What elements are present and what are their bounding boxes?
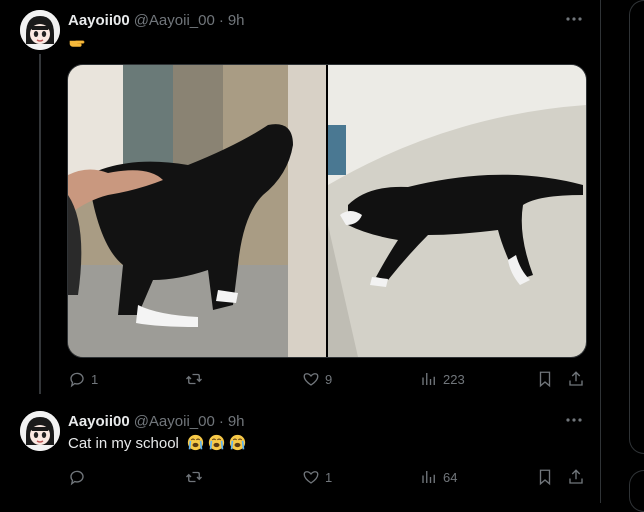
more-icon[interactable] — [563, 413, 585, 433]
author-name[interactable]: Aayoii00 — [68, 413, 130, 430]
cat-petted-photo-image — [68, 65, 326, 357]
share-button[interactable] — [567, 369, 585, 389]
views-button[interactable]: 223 — [420, 369, 465, 389]
heart-icon — [303, 373, 319, 386]
views-button[interactable]: 64 — [420, 467, 457, 487]
author-handle[interactable]: @Aayoii_00 — [134, 413, 215, 430]
tweet-time[interactable]: 9h — [228, 413, 245, 430]
more-icon[interactable] — [563, 12, 585, 32]
reply-button[interactable]: 1 — [68, 369, 98, 389]
retweet-button[interactable] — [185, 369, 208, 389]
sidebar-edge — [629, 0, 644, 512]
views-icon — [422, 471, 435, 483]
like-button[interactable]: 9 — [302, 369, 332, 389]
avatar[interactable] — [20, 411, 60, 451]
author-name[interactable]: Aayoii00 — [68, 12, 130, 29]
tweet-header: Aayoii00 @Aayoii_00 · 9h — [68, 10, 245, 30]
pointing-hand-emoji — [69, 40, 85, 47]
bookmark-button[interactable] — [536, 369, 554, 389]
views-icon — [422, 373, 435, 385]
tweet-time[interactable]: 9h — [228, 12, 245, 29]
media-photo-2[interactable] — [328, 65, 586, 357]
loudly-crying-face-emoji — [187, 434, 204, 451]
avatar-image — [20, 10, 60, 50]
tweet-text-content: Cat in my school — [68, 435, 179, 452]
reply-icon — [70, 372, 84, 388]
heart-icon — [303, 471, 319, 484]
tweet-2[interactable]: Aayoii00 @Aayoii_00 · 9h Cat in my schoo… — [0, 400, 600, 503]
views-count: 64 — [443, 469, 458, 485]
bookmark-button[interactable] — [536, 467, 554, 487]
tweet-actions: 1 9 223 — [68, 369, 585, 389]
tweet-text: Cat in my school — [68, 434, 246, 452]
retweet-icon — [186, 471, 202, 483]
retweet-button[interactable] — [185, 467, 208, 487]
retweet-icon — [186, 373, 202, 385]
like-button[interactable]: 1 — [302, 467, 332, 487]
bookmark-icon — [539, 371, 551, 388]
cat-lying-photo-image — [328, 65, 586, 357]
author-handle[interactable]: @Aayoii_00 — [134, 12, 215, 29]
like-count: 1 — [325, 469, 333, 485]
share-icon — [569, 371, 583, 386]
loudly-crying-face-emoji — [230, 434, 246, 451]
thread-line — [39, 54, 41, 394]
timeline: Aayoii00 @Aayoii_00 · 9h 1 9 223 Aayoii0… — [0, 0, 601, 503]
separator-dot: · — [218, 412, 224, 430]
sidebar-panel — [629, 470, 644, 512]
tweet-media[interactable] — [67, 64, 587, 358]
sidebar-panel — [629, 0, 644, 454]
reply-icon — [70, 470, 84, 486]
media-photo-1[interactable] — [68, 65, 326, 357]
reply-button[interactable] — [68, 467, 91, 487]
tweet-1[interactable]: Aayoii00 @Aayoii_00 · 9h 1 9 223 — [0, 0, 600, 400]
reply-count: 1 — [91, 371, 99, 387]
tweet-text — [68, 34, 85, 52]
avatar-image — [20, 411, 60, 451]
share-icon — [569, 469, 583, 484]
loudly-crying-face-emoji — [209, 434, 225, 451]
separator-dot: · — [218, 11, 224, 29]
like-count: 9 — [325, 371, 333, 387]
share-button[interactable] — [567, 467, 585, 487]
bookmark-icon — [539, 469, 551, 486]
avatar[interactable] — [20, 10, 60, 50]
views-count: 223 — [443, 371, 465, 387]
tweet-header: Aayoii00 @Aayoii_00 · 9h — [68, 411, 245, 431]
tweet-actions: 1 64 — [68, 467, 585, 487]
